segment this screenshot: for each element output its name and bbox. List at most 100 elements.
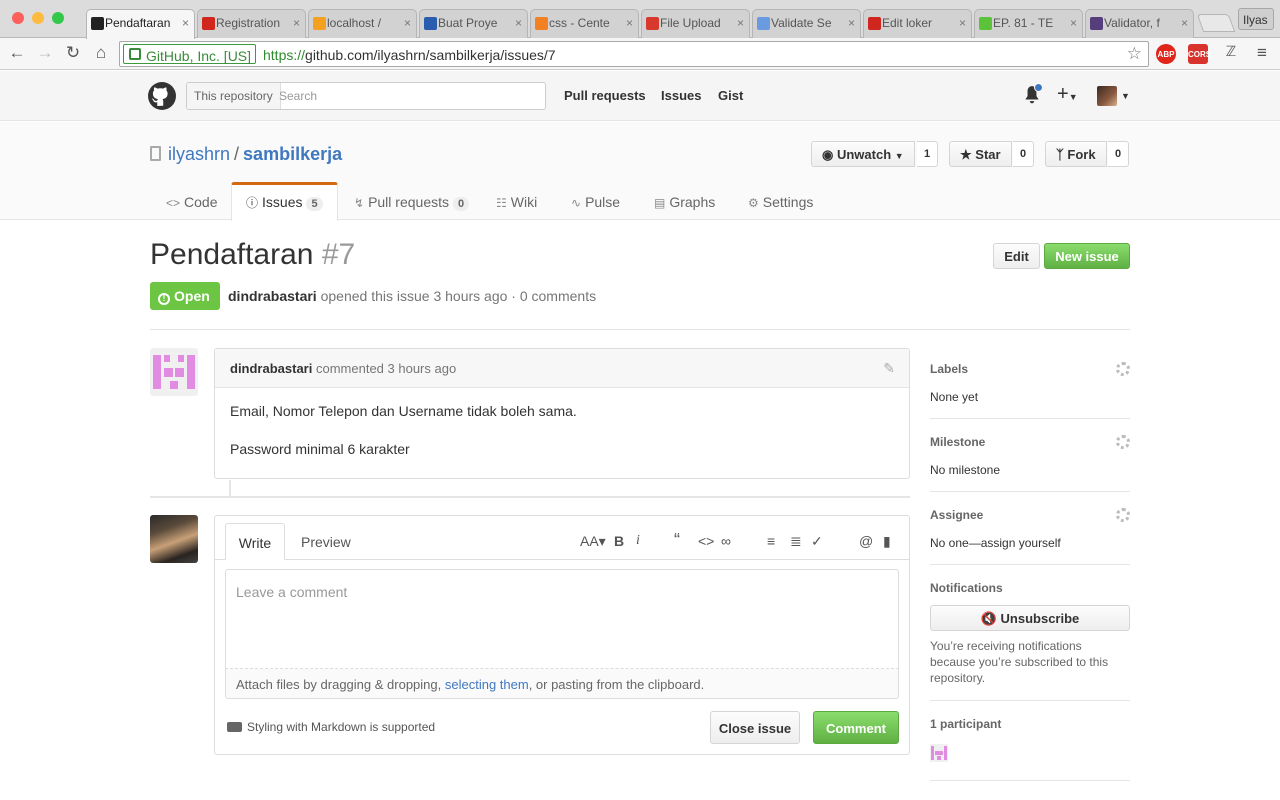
close-tab-icon[interactable]: × — [1181, 16, 1188, 30]
milestone-heading: Milestone — [930, 435, 986, 449]
attach-text: Attach files by dragging & dropping, — [236, 677, 445, 692]
unsubscribe-button[interactable]: 🔇 Unsubscribe — [930, 605, 1130, 631]
reload-icon[interactable]: ↻ — [62, 43, 84, 63]
close-window-button[interactable] — [12, 12, 24, 24]
nav-gist[interactable]: Gist — [718, 88, 743, 103]
close-tab-icon[interactable]: × — [959, 16, 966, 30]
tab-graphs[interactable]: ▤ Graphs — [654, 182, 715, 220]
browser-tab[interactable]: File Upload × — [641, 9, 750, 38]
close-issue-button[interactable]: Close issue — [710, 711, 800, 744]
gear-icon[interactable] — [1116, 435, 1130, 449]
mention-icon[interactable]: @ — [859, 533, 873, 549]
numbered-list-icon[interactable]: ≣ — [790, 533, 802, 550]
star-button[interactable]: ★ Star — [949, 141, 1012, 167]
tab-issues[interactable]: ⓘ Issues 5 — [231, 182, 338, 221]
bulleted-list-icon[interactable]: ≡ — [767, 533, 775, 549]
close-tab-icon[interactable]: × — [182, 16, 189, 30]
quote-icon[interactable]: “ — [674, 530, 680, 551]
markdown-help[interactable]: Styling with Markdown is supported — [227, 720, 435, 734]
menu-icon[interactable]: ≡ — [1251, 43, 1273, 63]
tab-pulse[interactable]: ∿ Pulse — [571, 182, 620, 220]
close-tab-icon[interactable]: × — [737, 16, 744, 30]
adblock-extension-icon[interactable]: ABP — [1156, 44, 1176, 64]
user-avatar[interactable] — [1097, 86, 1117, 106]
close-tab-icon[interactable]: × — [293, 16, 300, 30]
watch-button[interactable]: ◉ Unwatch ▼ — [811, 141, 915, 167]
browser-tab[interactable]: Edit loker × — [863, 9, 972, 38]
bookmark-star-icon[interactable]: ☆ — [1127, 44, 1142, 64]
address-bar[interactable]: GitHub, Inc. [US] https://github.com/ily… — [119, 41, 1149, 67]
ev-certificate-badge[interactable]: GitHub, Inc. [US] — [123, 44, 257, 64]
tab-wiki[interactable]: ☷ Wiki — [496, 182, 537, 220]
chevron-down-icon[interactable]: ▼ — [1121, 91, 1130, 101]
cors-extension-icon[interactable]: CORS — [1188, 44, 1211, 64]
profile-button[interactable]: Ilyas — [1238, 8, 1274, 30]
fork-icon: ᛉ — [1056, 147, 1068, 162]
issue-author-link[interactable]: dindrabastari — [228, 288, 317, 304]
search-input[interactable] — [279, 86, 539, 106]
bold-icon[interactable]: B — [614, 533, 624, 549]
home-icon[interactable]: ⌂ — [90, 43, 112, 63]
text-size-icon[interactable]: AA▾ — [580, 533, 606, 550]
repo-owner-link[interactable]: ilyashrn — [168, 144, 230, 164]
tab-pull-requests[interactable]: ↯ Pull requests 0 — [354, 182, 470, 220]
comment-timestamp[interactable]: commented 3 hours ago — [316, 361, 456, 376]
fork-button[interactable]: ᛉ Fork — [1045, 141, 1107, 167]
search-box[interactable]: This repository — [186, 82, 546, 110]
close-tab-icon[interactable]: × — [626, 16, 633, 30]
watch-count[interactable]: 1 — [917, 141, 939, 167]
star-count[interactable]: 0 — [1013, 141, 1035, 167]
tab-preview[interactable]: Preview — [301, 534, 351, 550]
nav-issues[interactable]: Issues — [661, 88, 701, 103]
file-attach-bar[interactable]: Attach files by dragging & dropping, sel… — [225, 669, 899, 699]
browser-tab[interactable]: Pendaftaran × — [86, 9, 195, 39]
forward-icon[interactable]: → — [34, 43, 56, 63]
link-icon[interactable]: ∞ — [721, 533, 731, 549]
github-logo-icon[interactable] — [148, 82, 176, 110]
tab-settings[interactable]: ⚙ Settings — [748, 182, 813, 220]
gear-icon[interactable] — [1116, 508, 1130, 522]
edit-title-button[interactable]: Edit — [993, 243, 1040, 269]
tab-pull-requests-count: 0 — [453, 197, 470, 211]
browser-tab[interactable]: Validator, f × — [1085, 9, 1194, 38]
author-avatar[interactable] — [150, 348, 198, 396]
url-text[interactable]: https://github.com/ilyashrn/sambilkerja/… — [263, 47, 556, 63]
favicon-icon — [646, 17, 659, 30]
close-tab-icon[interactable]: × — [1070, 16, 1077, 30]
select-files-link[interactable]: selecting them — [445, 677, 529, 692]
nav-pull-requests[interactable]: Pull requests — [564, 88, 646, 103]
create-new-menu[interactable]: +▼ — [1057, 83, 1078, 106]
browser-tab[interactable]: EP. 81 - TE × — [974, 9, 1083, 38]
comment-textarea[interactable] — [225, 569, 899, 669]
assign-yourself-link[interactable]: No one—assign yourself — [930, 536, 1130, 550]
back-icon[interactable]: ← — [6, 43, 28, 63]
italic-icon[interactable]: i — [636, 533, 640, 549]
zoom-window-button[interactable] — [52, 12, 64, 24]
pencil-icon[interactable]: ✎ — [883, 360, 895, 377]
tab-write[interactable]: Write — [225, 523, 285, 560]
browser-tab[interactable]: css - Cente × — [530, 9, 639, 38]
markdown-note: Styling with Markdown is supported — [247, 720, 436, 734]
comment-author-link[interactable]: dindrabastari — [230, 361, 312, 376]
new-tab-button[interactable] — [1196, 14, 1236, 32]
repo-name-link[interactable]: sambilkerja — [243, 144, 342, 164]
comment-button[interactable]: Comment — [813, 711, 899, 744]
saved-reply-icon[interactable]: ▮ — [883, 533, 891, 550]
current-user-avatar[interactable] — [150, 515, 198, 563]
browser-tab[interactable]: Validate Se × — [752, 9, 861, 38]
close-tab-icon[interactable]: × — [404, 16, 411, 30]
minimize-window-button[interactable] — [32, 12, 44, 24]
tab-code[interactable]: <> Code — [166, 182, 217, 220]
close-tab-icon[interactable]: × — [515, 16, 522, 30]
browser-tab[interactable]: Buat Proye × — [419, 9, 528, 38]
extension-z-icon[interactable]: ℤ — [1220, 43, 1242, 60]
code-icon[interactable]: <> — [698, 533, 714, 549]
gear-icon[interactable] — [1116, 362, 1130, 376]
new-issue-button[interactable]: New issue — [1044, 243, 1130, 269]
close-tab-icon[interactable]: × — [848, 16, 855, 30]
participant-avatar[interactable] — [930, 744, 948, 762]
browser-tab[interactable]: Registration × — [197, 9, 306, 38]
browser-tab[interactable]: localhost / × — [308, 9, 417, 38]
task-list-icon[interactable]: ✓ — [811, 533, 823, 550]
fork-count[interactable]: 0 — [1108, 141, 1130, 167]
